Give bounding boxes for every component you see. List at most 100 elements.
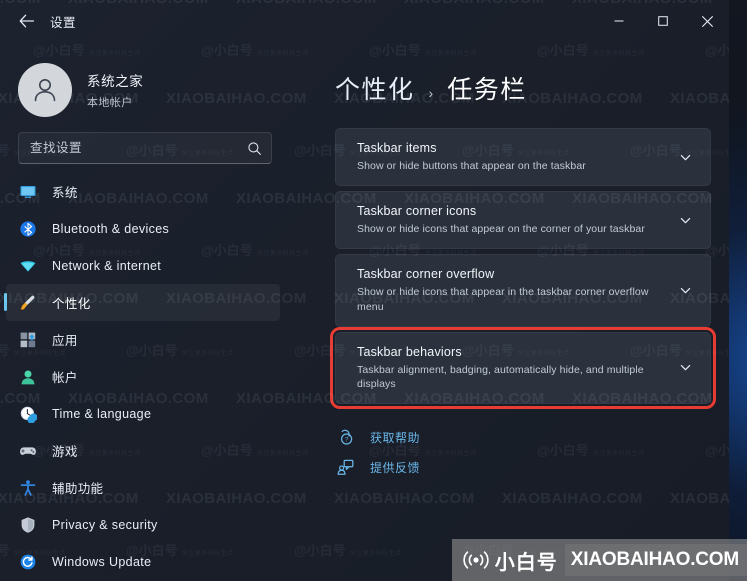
card-title: Taskbar items [357,141,437,155]
settings-card-list: Taskbar items Show or hide buttons that a… [330,128,716,410]
screen-root: XIAOBAIHAO.COMXIAOBAIHAO.COMXIAOBAIHAO.C… [0,0,747,581]
account-name: 系统之家 [87,74,144,89]
page-title: 任务栏 [447,76,527,104]
sidebar-item-label: Privacy & security [52,517,158,532]
brand-name-cn: 小白号 [494,551,558,574]
sidebar-item-privacy-security[interactable]: Privacy & security [0,506,290,543]
minimize-icon [614,20,624,22]
search-input[interactable] [30,141,247,155]
expand-chevron[interactable] [676,151,694,164]
card-description: Show or hide buttons that appear on the … [357,160,586,172]
sidebar-item-label: Windows Update [52,554,152,569]
back-button[interactable] [10,8,44,34]
account-icon [21,370,35,384]
card-text: Taskbar corner icons Show or hide icons t… [357,204,676,236]
footer-link-help[interactable]: ? 获取帮助 [335,422,420,452]
sidebar-item-label: 帐户 [52,371,78,385]
sidebar-item-network-internet[interactable]: Network & internet [0,247,290,284]
chevron-down-icon [680,365,690,371]
person-icon [34,79,56,102]
search-wrapper [0,124,290,164]
accessibility-icon [20,479,36,496]
chevron-down-icon [680,217,690,224]
sidebar-item-windows-update[interactable]: Windows Update [0,543,290,580]
sidebar-item-label: 游戏 [52,445,78,459]
sidebar-item-帐户[interactable]: 帐户 [0,358,290,395]
sidebar-item-time-language[interactable]: Time & language [0,395,290,432]
sidebar-item-label: Bluetooth & devices [52,221,170,236]
shield-icon [18,515,38,535]
account-text: 系统之家 本地帐户 [87,70,143,110]
window-title: 设置 [50,15,77,30]
footer-link-label: 提供反馈 [370,460,421,475]
card-description: Taskbar alignment, badging, automaticall… [357,363,644,390]
card-title: Taskbar corner overflow [357,267,495,282]
monitor-icon [20,185,36,198]
clock-icon [20,406,37,423]
sidebar-item-label: 系统 [52,186,78,200]
sidebar-item-label: Network & internet [52,258,162,273]
help-icon: ? [340,429,353,445]
breadcrumb: 个性化 › 任务栏 [290,42,729,106]
title-bar: 设置 [0,0,729,42]
footer-link-label: 获取帮助 [370,430,421,445]
broadcast-icon [461,548,491,572]
account-icon [18,367,38,387]
maximize-icon [658,16,668,26]
shield-icon [21,516,35,533]
breadcrumb-parent[interactable]: 个性化 [335,70,415,106]
update-icon [18,552,38,572]
settings-card-taskbar-corner-icons[interactable]: Taskbar corner icons Show or hide icons t… [335,191,711,250]
sidebar-item-label: 个性化 [52,297,91,311]
account-subtitle: 本地帐户 [87,97,133,109]
footer-link-feedback[interactable]: 提供反馈 [335,452,420,482]
close-icon [701,15,713,27]
svg-text:?: ? [345,436,349,443]
wifi-icon [20,260,36,272]
bluetooth-icon [18,219,38,239]
chevron-down-icon [680,287,690,294]
card-text: Taskbar behaviors Taskbar alignment, badg… [357,345,676,391]
card-description: Show or hide icons that appear in the ta… [357,286,649,313]
gamepad-icon [20,446,36,455]
expand-chevron[interactable] [676,214,694,227]
expand-chevron[interactable] [676,284,694,297]
wifi-icon [18,256,38,276]
breadcrumb-separator: › [428,85,434,101]
monitor-icon [18,182,38,202]
sidebar: 系统之家 本地帐户 系统 Bluetooth & devices Network &… [0,42,290,581]
clock-icon [18,404,38,424]
account-block[interactable]: 系统之家 本地帐户 [0,42,290,124]
footer-links: ? 获取帮助提供反馈 [335,422,729,482]
settings-card-taskbar-behaviors[interactable]: Taskbar behaviors Taskbar alignment, badg… [330,326,716,410]
accessibility-icon [18,478,38,498]
close-button[interactable] [685,0,729,42]
back-arrow-icon [19,14,35,28]
sidebar-item-bluetooth-devices[interactable]: Bluetooth & devices [0,210,290,247]
brand-domain: XIAOBAIHAO.COM [564,544,747,576]
paintbrush-icon [20,295,35,310]
sidebar-item-游戏[interactable]: 游戏 [0,432,290,469]
sidebar-item-个性化[interactable]: 个性化 [4,284,280,321]
apps-icon [20,332,36,347]
maximize-button[interactable] [641,0,685,42]
paintbrush-icon [18,293,38,313]
sidebar-item-辅助功能[interactable]: 辅助功能 [0,469,290,506]
brand-watermark: 小白号 XIAOBAIHAO.COM [451,539,747,581]
feedback-icon [337,459,354,475]
bluetooth-icon [20,220,36,237]
card-text: Taskbar items Show or hide buttons that a… [357,141,676,173]
avatar [18,63,72,117]
settings-window: XIAOBAIHAO.COMXIAOBAIHAO.COMXIAOBAIHAO.C… [0,0,729,581]
settings-card-taskbar-items[interactable]: Taskbar items Show or hide buttons that a… [335,128,711,187]
sidebar-item-应用[interactable]: 应用 [0,321,290,358]
sidebar-item-系统[interactable]: 系统 [0,173,290,210]
expand-chevron[interactable] [676,361,694,374]
minimize-button[interactable] [597,0,641,42]
feedback-icon [335,458,357,476]
search-box[interactable] [18,132,272,164]
card-title: Taskbar corner icons [357,204,477,219]
search-icon[interactable] [247,141,262,156]
apps-icon [18,330,38,350]
settings-card-taskbar-corner-overflow[interactable]: Taskbar corner overflow Show or hide icon… [335,254,711,327]
